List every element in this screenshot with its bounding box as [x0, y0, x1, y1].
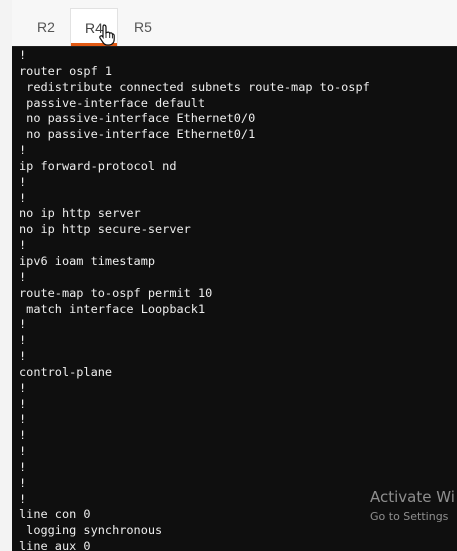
terminal-line: logging synchronous — [19, 523, 163, 538]
terminal-line: line aux 0 — [19, 539, 91, 551]
tab-r5-label: R5 — [134, 19, 152, 35]
terminal-line: match interface Loopback1 — [19, 301, 206, 316]
terminal-line: no ip http secure-server — [19, 222, 191, 237]
terminal-line: router ospf 1 — [19, 63, 113, 78]
tab-r5[interactable]: R5 — [122, 8, 164, 46]
terminal-line: no passive-interface Ethernet0/1 — [19, 127, 256, 142]
terminal-line: ! — [19, 48, 27, 62]
terminal-line: control-plane — [19, 364, 113, 379]
terminal-line: ! — [19, 143, 27, 158]
terminal-line: ! — [19, 317, 27, 332]
terminal-line: ipv6 ioam timestamp — [19, 253, 156, 268]
terminal-line: ! — [19, 459, 27, 474]
terminal-line: passive-interface default — [19, 95, 206, 110]
terminal-line: ip forward-protocol nd — [19, 158, 177, 173]
device-tabbar: R2 R4 R5 — [12, 0, 457, 46]
terminal-line: ! — [19, 396, 27, 411]
terminal-line: ! — [19, 412, 27, 427]
terminal-line: ! — [19, 190, 27, 205]
terminal-line: ! — [19, 491, 27, 506]
terminal-line: ! — [19, 238, 27, 253]
running-config-text: ! router ospf 1 redistribute connected su… — [12, 47, 457, 551]
tab-r2-label: R2 — [37, 19, 55, 35]
router-config-viewer: R2 R4 R5 ! router ospf 1 redistribute con… — [0, 0, 457, 551]
terminal-line: ! — [19, 428, 27, 443]
terminal-output-panel[interactable]: ! router ospf 1 redistribute connected su… — [12, 46, 457, 551]
terminal-line: line con 0 — [19, 507, 91, 522]
tab-r4-label: R4 — [85, 19, 103, 36]
terminal-line: route-map to-ospf permit 10 — [19, 285, 213, 300]
terminal-line: ! — [19, 174, 27, 189]
terminal-line: no passive-interface Ethernet0/0 — [19, 111, 256, 126]
terminal-line: ! — [19, 333, 27, 348]
tab-r2[interactable]: R2 — [26, 8, 66, 46]
terminal-line: ! — [19, 269, 27, 284]
terminal-line: ! — [19, 380, 27, 395]
terminal-line: no ip http server — [19, 206, 141, 221]
tab-r4[interactable]: R4 — [70, 8, 118, 46]
terminal-line: redistribute connected subnets route-map… — [19, 79, 370, 94]
terminal-line: ! — [19, 475, 27, 490]
terminal-line: ! — [19, 444, 27, 459]
terminal-line: ! — [19, 349, 27, 364]
